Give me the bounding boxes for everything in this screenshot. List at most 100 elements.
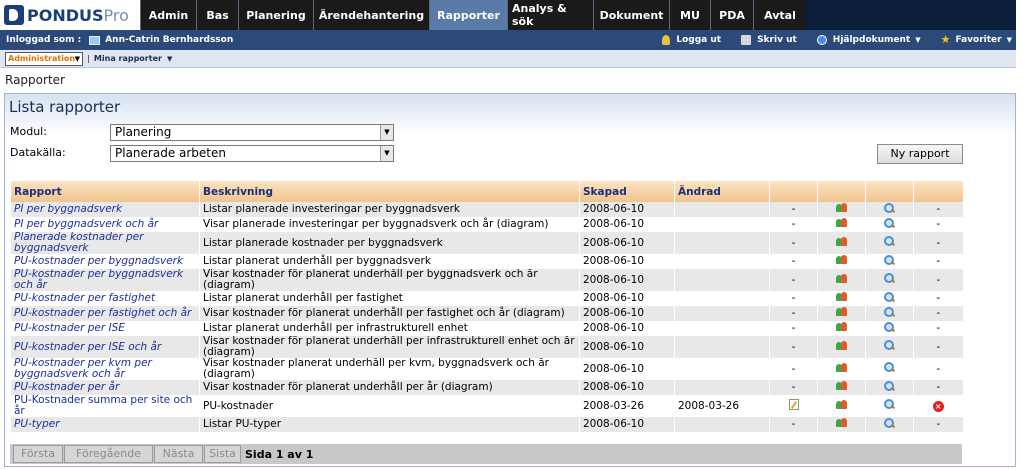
help-menu[interactable]: Hjälpdokument ▼	[816, 35, 921, 45]
report-name-link[interactable]: Planerade kostnader per byggnadsverk	[10, 232, 200, 254]
tab-analys-sök[interactable]: Analys & sök	[507, 0, 593, 30]
magnifier-icon[interactable]	[884, 321, 895, 333]
tab-rapporter[interactable]: Rapporter	[429, 0, 507, 30]
magnifier-icon[interactable]	[884, 273, 895, 284]
magnifier-icon[interactable]	[884, 254, 895, 266]
report-changed: 2008-03-26	[674, 395, 770, 417]
print-link[interactable]: Skriv ut	[741, 35, 797, 45]
chevron-down-icon: ▼	[166, 54, 173, 63]
share-cell	[817, 321, 866, 336]
logout-link[interactable]: Logga ut	[662, 35, 721, 45]
tab-admin[interactable]: Admin	[140, 0, 196, 30]
magnifier-icon[interactable]	[884, 380, 895, 392]
app-logo[interactable]: PONDUS Pro	[0, 0, 140, 30]
delete-cell: ×	[913, 395, 963, 417]
share-cell	[817, 291, 866, 306]
edit-cell: -	[769, 358, 818, 380]
tab-ärendehantering[interactable]: Ärendehantering	[313, 0, 429, 30]
users-icon[interactable]	[836, 203, 847, 213]
view-cell	[865, 202, 914, 217]
report-name-link[interactable]: PU-kostnader per byggnadsverk	[10, 254, 200, 269]
magnifier-icon[interactable]	[884, 306, 895, 318]
datakalla-select[interactable]: Planerade arbeten ▼	[110, 145, 394, 162]
view-cell	[865, 380, 914, 395]
users-icon[interactable]	[836, 307, 847, 317]
column-header-skapad[interactable]: Skapad	[579, 181, 675, 202]
magnifier-icon[interactable]	[884, 291, 895, 303]
modul-label: Modul:	[10, 125, 47, 138]
users-icon[interactable]	[836, 399, 847, 410]
share-cell	[817, 380, 866, 395]
report-created: 2008-06-10	[579, 336, 675, 358]
users-icon[interactable]	[836, 273, 847, 284]
magnifier-icon[interactable]	[884, 236, 895, 247]
magnifier-icon[interactable]	[884, 362, 895, 373]
column-header-andrad[interactable]: Ändrad	[674, 181, 770, 202]
users-icon[interactable]	[836, 322, 847, 332]
report-name-link[interactable]: PU-kostnader per kvm per byggnadsverk oc…	[10, 358, 200, 380]
edit-icon[interactable]	[788, 399, 799, 410]
magnifier-icon[interactable]	[884, 202, 895, 214]
page-info: Sida 1 av 1	[245, 447, 314, 461]
tab-mu[interactable]: MU	[669, 0, 710, 30]
share-cell	[817, 336, 866, 358]
report-changed	[674, 321, 770, 336]
edit-cell: -	[769, 321, 818, 336]
tab-bas[interactable]: Bas	[196, 0, 238, 30]
column-header-rapport[interactable]: Rapport	[10, 181, 200, 202]
previous-page-button[interactable]: Föregående	[64, 445, 153, 463]
edit-cell: -	[769, 306, 818, 321]
delete-cell: -	[913, 336, 963, 358]
next-page-button[interactable]: Nästa	[154, 445, 203, 463]
report-changed	[674, 417, 770, 432]
column-header-beskrivning[interactable]: Beskrivning	[199, 181, 580, 202]
report-created: 2008-06-10	[579, 254, 675, 269]
users-icon[interactable]	[836, 362, 847, 373]
report-name-link[interactable]: PU-kostnader per år	[10, 380, 200, 395]
users-icon[interactable]	[836, 255, 847, 265]
tab-dokument[interactable]: Dokument	[593, 0, 669, 30]
users-icon[interactable]	[836, 381, 847, 391]
new-report-button[interactable]: Ny rapport	[877, 144, 963, 164]
edit-cell: -	[769, 269, 818, 291]
magnifier-icon[interactable]	[884, 399, 895, 410]
report-changed	[674, 232, 770, 254]
edit-cell: -	[769, 202, 818, 217]
tab-pda[interactable]: PDA	[710, 0, 753, 30]
report-created: 2008-06-10	[579, 269, 675, 291]
mina-rapporter-menu[interactable]: Mina rapporter ▼	[94, 54, 172, 63]
magnifier-icon[interactable]	[884, 340, 895, 351]
first-page-button[interactable]: Första	[13, 445, 63, 463]
share-cell	[817, 395, 866, 417]
delete-cell: -	[913, 217, 963, 232]
users-icon[interactable]	[836, 236, 847, 247]
favorites-menu[interactable]: ★ Favoriter ▼	[941, 34, 1012, 45]
tab-planering[interactable]: Planering	[238, 0, 313, 30]
report-name-link[interactable]: PI per byggnadsverk och år	[10, 217, 200, 232]
admin-dropdown[interactable]: Administration ▼	[5, 51, 83, 66]
report-name-link[interactable]: PU-typer	[10, 417, 200, 432]
delete-icon[interactable]: ×	[932, 400, 944, 412]
magnifier-icon[interactable]	[884, 417, 895, 429]
tab-avtal[interactable]: Avtal	[753, 0, 806, 30]
table-row: PU-kostnader per byggnadsverk och år Visa…	[10, 269, 963, 291]
modul-select[interactable]: Planering ▼	[110, 124, 394, 141]
users-icon[interactable]	[836, 292, 847, 302]
report-name-link[interactable]: PU-Kostnader summa per site och år	[10, 395, 200, 417]
users-icon[interactable]	[836, 418, 847, 428]
breadcrumb: Rapporter	[5, 73, 65, 87]
report-name-link[interactable]: PI per byggnadsverk	[10, 202, 200, 217]
column-header-delete	[913, 181, 963, 202]
share-cell	[817, 269, 866, 291]
report-name-link[interactable]: PU-kostnader per ISE	[10, 321, 200, 336]
users-icon[interactable]	[836, 340, 847, 351]
last-page-button[interactable]: Sista	[204, 445, 241, 463]
users-icon[interactable]	[836, 218, 847, 228]
report-name-link[interactable]: PU-kostnader per fastighet	[10, 291, 200, 306]
report-name-link[interactable]: PU-kostnader per fastighet och år	[10, 306, 200, 321]
report-created: 2008-06-10	[579, 202, 675, 217]
report-name-link[interactable]: PU-kostnader per ISE och år	[10, 336, 200, 358]
magnifier-icon[interactable]	[884, 217, 895, 229]
report-name-link[interactable]: PU-kostnader per byggnadsverk och år	[10, 269, 200, 291]
table-row: PU-kostnader per fastighet och år Visar k…	[10, 306, 963, 321]
